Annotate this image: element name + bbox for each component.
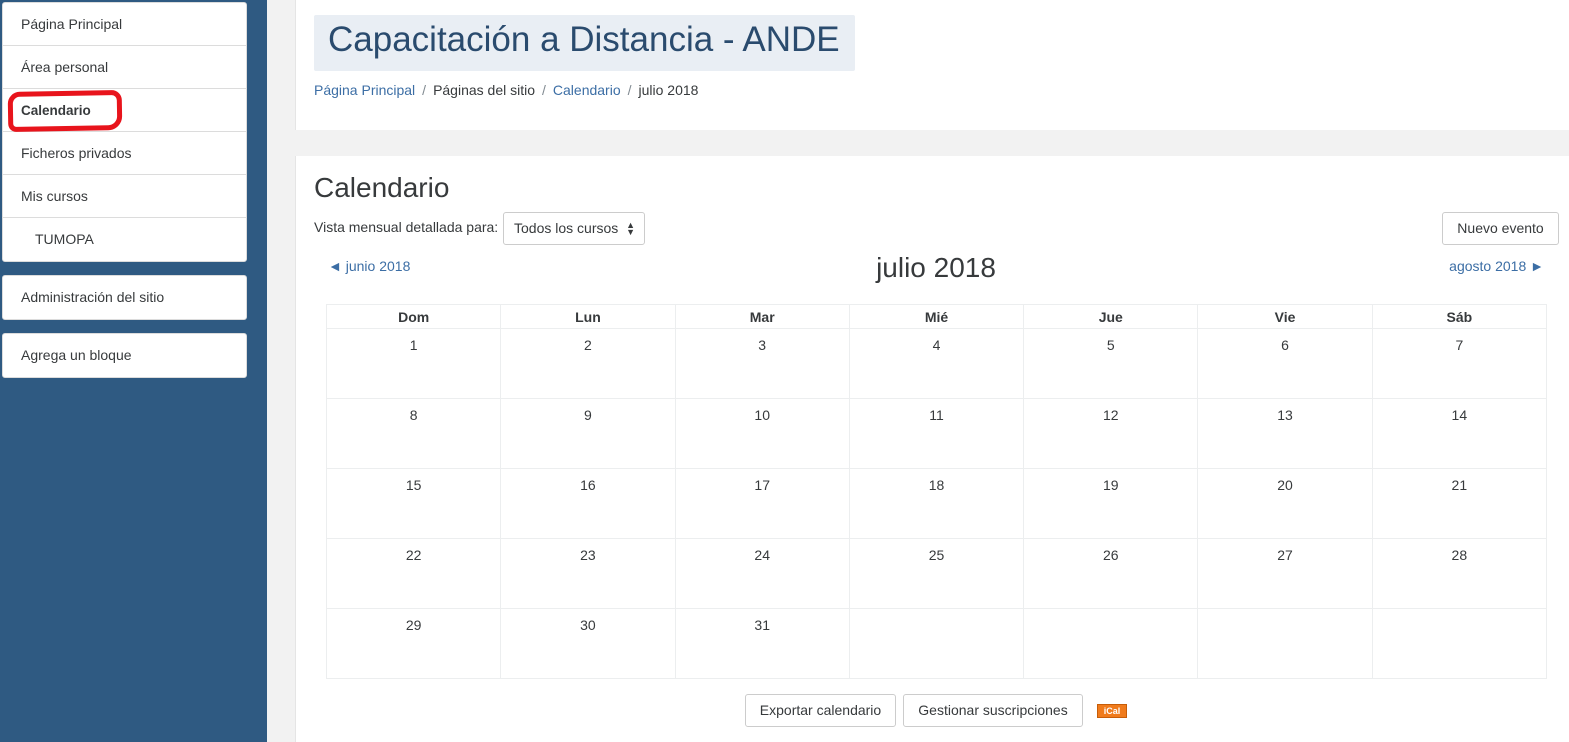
day-cell[interactable]: 26 xyxy=(1023,538,1199,609)
day-cell[interactable]: 15 xyxy=(325,468,502,539)
day-cell[interactable]: 30 xyxy=(500,608,676,679)
day-cell[interactable]: 7 xyxy=(1371,328,1548,399)
day-cell[interactable]: 31 xyxy=(674,608,850,679)
navigation-block: Página Principal Área personal Calendari… xyxy=(2,2,247,262)
weekday-header: Lun xyxy=(500,304,676,329)
month-title: julio 2018 xyxy=(876,252,996,283)
course-select[interactable]: Todos los cursos ▲ ▼ xyxy=(503,212,645,245)
weekday-header: Jue xyxy=(1023,304,1199,329)
day-cell xyxy=(848,608,1025,679)
weekday-header: Sáb xyxy=(1371,304,1548,329)
course-select-value: Todos los cursos xyxy=(514,220,619,236)
day-cell[interactable]: 16 xyxy=(500,468,676,539)
day-cell[interactable]: 3 xyxy=(674,328,850,399)
day-cell[interactable]: 12 xyxy=(1023,398,1199,469)
select-arrows-icon: ▲ ▼ xyxy=(626,220,635,237)
sidebar: Página Principal Área personal Calendari… xyxy=(0,0,267,742)
day-cell[interactable]: 25 xyxy=(848,538,1025,609)
weekday-header: Mié xyxy=(848,304,1025,329)
breadcrumb-calendar[interactable]: Calendario xyxy=(553,82,621,98)
breadcrumb-separator: / xyxy=(422,82,427,98)
weekday-header-row: Dom Lun Mar Mié Jue Vie Sáb xyxy=(325,304,1548,329)
day-cell[interactable]: 21 xyxy=(1371,468,1548,539)
day-cell[interactable]: 23 xyxy=(500,538,676,609)
day-cell[interactable]: 11 xyxy=(848,398,1025,469)
page-title: Calendario xyxy=(314,172,450,203)
breadcrumb-home[interactable]: Página Principal xyxy=(314,82,415,98)
add-block-link[interactable]: Agrega un bloque xyxy=(3,334,246,377)
prev-month-link[interactable]: ◄ junio 2018 xyxy=(328,258,410,274)
manage-subscriptions-button[interactable]: Gestionar suscripciones xyxy=(903,694,1083,727)
day-cell[interactable]: 1 xyxy=(325,328,502,399)
nav-item-course-tumopa[interactable]: TUMOPA xyxy=(3,218,246,261)
day-cell[interactable]: 14 xyxy=(1371,398,1548,469)
breadcrumb-separator: / xyxy=(627,82,632,98)
day-cell[interactable]: 29 xyxy=(325,608,502,679)
breadcrumb-separator: / xyxy=(542,82,546,98)
day-cell[interactable]: 4 xyxy=(848,328,1025,399)
week-row: 1 2 3 4 5 6 7 xyxy=(325,328,1548,399)
day-cell[interactable]: 13 xyxy=(1197,398,1373,469)
week-row: 15 16 17 18 19 20 21 xyxy=(325,468,1548,539)
site-admin-link[interactable]: Administración del sitio xyxy=(3,276,246,319)
day-cell[interactable]: 10 xyxy=(674,398,850,469)
breadcrumb-site-pages: Páginas del sitio xyxy=(433,82,536,98)
calendar-grid: Dom Lun Mar Mié Jue Vie Sáb 1 2 3 4 5 6 … xyxy=(325,304,1548,679)
nav-item-calendar[interactable]: Calendario xyxy=(3,89,246,132)
nav-item-home[interactable]: Página Principal xyxy=(3,3,246,46)
weekday-header: Dom xyxy=(325,304,502,329)
day-cell xyxy=(1023,608,1199,679)
week-row: 29 30 31 xyxy=(325,608,1548,679)
nav-item-personal-area[interactable]: Área personal xyxy=(3,46,246,89)
view-label: Vista mensual detallada para: xyxy=(314,219,499,235)
breadcrumb: Página Principal / Páginas del sitio / Calen… xyxy=(314,82,698,98)
week-row: 22 23 24 25 26 27 28 xyxy=(325,538,1548,609)
day-cell[interactable]: 6 xyxy=(1197,328,1373,399)
export-calendar-button[interactable]: Exportar calendario xyxy=(745,694,896,727)
nav-item-private-files[interactable]: Ficheros privados xyxy=(3,132,246,175)
day-cell[interactable]: 28 xyxy=(1371,538,1548,609)
day-cell[interactable]: 19 xyxy=(1023,468,1199,539)
day-cell xyxy=(1371,608,1548,679)
calendar-card: Calendario Vista mensual detallada para:… xyxy=(295,156,1569,742)
day-cell[interactable]: 2 xyxy=(500,328,676,399)
site-title-box: Capacitación a Distancia - ANDE xyxy=(314,15,855,71)
day-cell[interactable]: 27 xyxy=(1197,538,1373,609)
day-cell[interactable]: 22 xyxy=(325,538,502,609)
admin-block: Administración del sitio xyxy=(2,275,247,320)
site-title: Capacitación a Distancia - ANDE xyxy=(328,20,840,59)
day-cell[interactable]: 18 xyxy=(848,468,1025,539)
weekday-header: Vie xyxy=(1197,304,1373,329)
nav-item-my-courses[interactable]: Mis cursos xyxy=(3,175,246,218)
day-cell[interactable]: 24 xyxy=(674,538,850,609)
breadcrumb-current: julio 2018 xyxy=(638,82,699,98)
week-row: 8 9 10 11 12 13 14 xyxy=(325,398,1548,469)
day-cell[interactable]: 20 xyxy=(1197,468,1373,539)
day-cell[interactable]: 17 xyxy=(674,468,850,539)
weekday-header: Mar xyxy=(674,304,850,329)
day-cell[interactable]: 5 xyxy=(1023,328,1199,399)
day-cell[interactable]: 9 xyxy=(500,398,676,469)
page-header: Capacitación a Distancia - ANDE Página P… xyxy=(295,0,1569,130)
day-cell[interactable]: 8 xyxy=(325,398,502,469)
day-cell xyxy=(1197,608,1373,679)
add-block-block: Agrega un bloque xyxy=(2,333,247,378)
next-month-link[interactable]: agosto 2018 ► xyxy=(1449,258,1544,274)
ical-badge[interactable]: iCal xyxy=(1097,704,1127,718)
new-event-button[interactable]: Nuevo evento xyxy=(1442,212,1559,245)
